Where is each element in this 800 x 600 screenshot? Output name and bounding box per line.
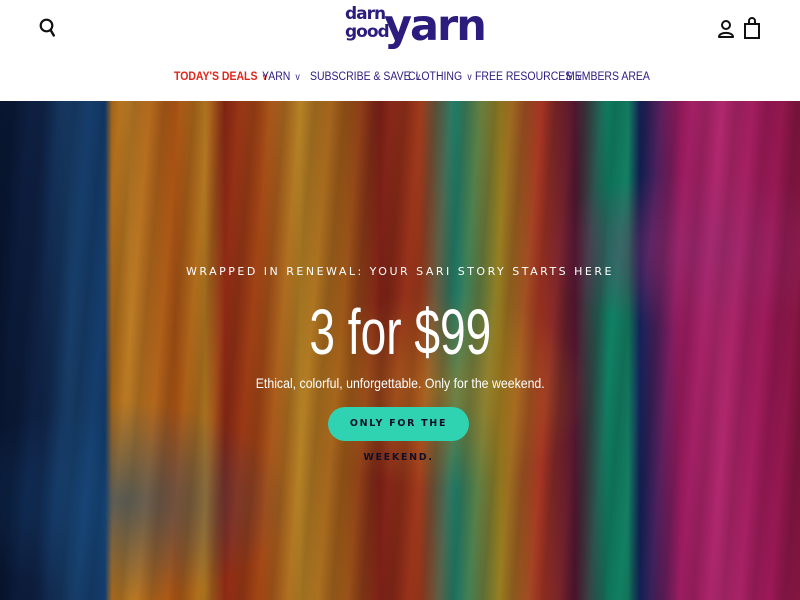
logo[interactable]: darn good yarn (342, 2, 487, 54)
shopping-bag-icon[interactable] (743, 16, 761, 40)
hero-subtitle: Ethical, colorful, unforgettable. Only f… (0, 375, 800, 391)
nav-item-label: MEMBERS AREA (566, 69, 650, 83)
nav-item-members-area[interactable]: MEMBERS AREA (566, 67, 650, 87)
search-icon[interactable] (38, 17, 60, 39)
logo-word-good: good (345, 22, 390, 42)
site-header: darn good yarn TODAY'S DEALS v YARN v SUBS… (0, 0, 800, 101)
nav-item-label: TODAY'S DEALS (174, 69, 258, 83)
nav-item-yarn[interactable]: YARN v (262, 67, 300, 87)
nav-item-todays-deals[interactable]: TODAY'S DEALS v (174, 67, 267, 87)
account-icon[interactable] (717, 19, 735, 39)
logo-word-yarn: yarn (384, 1, 487, 51)
nav-item-clothing[interactable]: CLOTHING v (408, 67, 472, 87)
nav-item-label: YARN (262, 69, 291, 83)
hero-headline-text: 3 for $99 (309, 296, 491, 368)
nav-item-label: FREE RESOURCES (475, 69, 573, 83)
logo-word-darn: darn (345, 4, 386, 24)
hero-cta-button[interactable]: ONLY FOR THE WEEKEND. (328, 407, 469, 463)
hero-headline: 3 for $99 (0, 297, 800, 367)
hero-banner: WRAPPED IN RENEWAL: YOUR SARI STORY STAR… (0, 101, 800, 600)
chevron-down-icon: v (295, 72, 300, 83)
hero-eyebrow: WRAPPED IN RENEWAL: YOUR SARI STORY STAR… (186, 265, 614, 278)
chevron-down-icon: v (467, 72, 472, 83)
nav-item-label: CLOTHING (408, 69, 463, 83)
hero-subtitle-text: Ethical, colorful, unforgettable. Only f… (255, 375, 545, 391)
nav-item-subscribe-save[interactable]: SUBSCRIBE & SAVE v (310, 67, 420, 87)
main-nav: TODAY'S DEALS v YARN v SUBSCRIBE & SAVE v C… (0, 67, 800, 87)
nav-item-label: SUBSCRIBE & SAVE (310, 69, 411, 83)
